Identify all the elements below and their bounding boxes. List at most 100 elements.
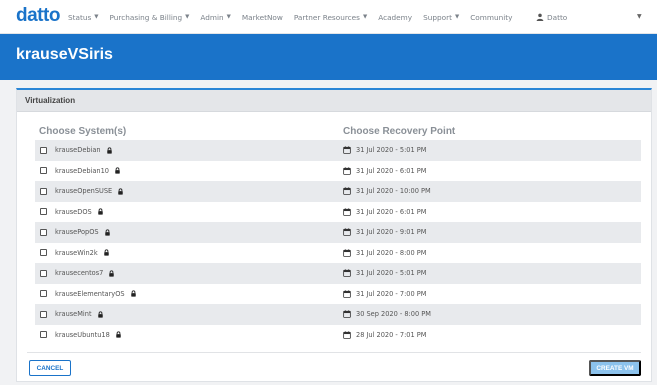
table-row: krausecentos7 31 Jul 2020 - 5:01 PM xyxy=(35,263,641,284)
recovery-point-selector[interactable]: 31 Jul 2020 - 6:01 PM xyxy=(356,208,426,216)
system-name: krauseUbuntu18 xyxy=(55,330,110,339)
system-name: krauseDebian10 xyxy=(55,166,110,175)
datto-logo[interactable]: datto xyxy=(16,5,60,27)
nav-item-label: Admin xyxy=(200,12,224,22)
chevron-down-icon: ▼ xyxy=(94,14,99,20)
nav-item-label: Partner Resources xyxy=(293,12,360,22)
top-navbar: datto Status ▼ Purchasing & Billing ▼ Admi… xyxy=(0,0,657,34)
cancel-button[interactable]: CANCEL xyxy=(29,360,71,376)
system-name: krauseMint xyxy=(55,310,92,319)
user-name: Datto xyxy=(547,12,568,22)
chevron-down-icon: ▼ xyxy=(362,14,368,20)
recovery-point-selector[interactable]: 31 Jul 2020 - 8:00 PM xyxy=(356,249,426,257)
recovery-point-selector[interactable]: 31 Jul 2020 - 9:01 PM xyxy=(356,228,426,236)
virtualization-panel: Virtualization Choose System(s) Choose R… xyxy=(16,88,652,382)
chevron-down-icon: ▼ xyxy=(226,14,231,20)
panel-title: Virtualization xyxy=(25,96,76,105)
calendar-icon xyxy=(343,167,351,175)
user-chevron-down-icon[interactable]: ▼ xyxy=(637,13,642,20)
nav-item-label: Community xyxy=(470,12,513,22)
column-header-recovery-point: Choose Recovery Point xyxy=(343,126,456,137)
lock-icon xyxy=(97,208,103,215)
recovery-point-selector[interactable]: 28 Jul 2020 - 7:01 PM xyxy=(356,331,426,339)
table-row: krauseUbuntu18 28 Jul 2020 - 7:01 PM xyxy=(35,325,641,346)
system-checkbox[interactable] xyxy=(40,146,47,154)
table-row: krauseElementaryOS 31 Jul 2020 - 7:00 PM xyxy=(35,284,641,305)
calendar-icon xyxy=(343,187,351,196)
panel-header: Virtualization xyxy=(17,90,651,112)
calendar-icon xyxy=(343,269,351,278)
system-name: krausecentos7 xyxy=(55,269,104,278)
lock-icon xyxy=(130,290,136,297)
table-row: krauseWin2k 31 Jul 2020 - 8:00 PM xyxy=(35,243,641,264)
system-checkbox[interactable] xyxy=(40,269,47,277)
system-name: krauseDebian xyxy=(55,146,101,155)
lock-icon xyxy=(97,311,103,318)
nav-item-marketnow[interactable]: MarketNow xyxy=(242,13,283,22)
nav-item-purchasing-billing[interactable]: Purchasing & Billing ▼ xyxy=(110,13,190,22)
footer-divider xyxy=(27,352,641,353)
nav-item-status[interactable]: Status ▼ xyxy=(68,13,99,22)
calendar-icon xyxy=(343,208,351,216)
calendar-icon xyxy=(343,146,351,155)
recovery-point-selector[interactable]: 31 Jul 2020 - 5:01 PM xyxy=(356,146,426,154)
recovery-point-selector[interactable]: 31 Jul 2020 - 5:01 PM xyxy=(356,269,426,277)
system-name-wrap: krausePopOS xyxy=(55,228,111,236)
nav-item-community[interactable]: Community xyxy=(470,13,512,22)
system-checkbox[interactable] xyxy=(40,228,47,236)
system-checkbox[interactable] xyxy=(40,310,47,318)
column-header-system: Choose System(s) xyxy=(39,126,127,137)
system-name: krauseOpenSUSE xyxy=(55,187,113,196)
systems-list: krauseDebian 31 Jul 2020 - 5:01 PM kraus… xyxy=(35,140,641,345)
nav-item-label: MarketNow xyxy=(241,12,283,22)
lock-icon xyxy=(116,331,121,338)
system-name-wrap: krauseDOS xyxy=(55,208,104,216)
recovery-point-selector[interactable]: 31 Jul 2020 - 10:00 PM xyxy=(356,187,431,195)
nav-item-partner-resources[interactable]: Partner Resources ▼ xyxy=(294,13,367,22)
table-row: krausePopOS 31 Jul 2020 - 9:01 PM xyxy=(35,222,641,243)
system-name-wrap: krauseMint xyxy=(55,310,104,318)
page-header: krauseVSiris xyxy=(0,34,657,80)
nav-item-label: Academy xyxy=(378,12,413,22)
system-name: krauseDOS xyxy=(55,207,92,216)
system-checkbox[interactable] xyxy=(40,167,47,175)
nav-item-admin[interactable]: Admin ▼ xyxy=(200,13,231,22)
system-checkbox[interactable] xyxy=(40,208,47,216)
system-name: krauseElementaryOS xyxy=(55,289,125,298)
system-checkbox[interactable] xyxy=(40,290,47,298)
system-name-wrap: krauseDebian10 xyxy=(55,167,121,175)
chevron-down-icon: ▼ xyxy=(454,14,460,20)
lock-icon xyxy=(103,249,109,256)
lock-icon xyxy=(104,229,110,236)
system-name-wrap: krauseOpenSUSE xyxy=(55,187,124,195)
calendar-icon xyxy=(343,290,351,298)
nav-item-academy[interactable]: Academy xyxy=(378,13,412,22)
nav-item-label: Status xyxy=(68,12,92,22)
nav-item-support[interactable]: Support ▼ xyxy=(423,13,459,22)
nav-item-label: Support xyxy=(423,12,452,22)
chevron-down-icon: ▼ xyxy=(185,14,190,20)
calendar-icon xyxy=(343,310,351,319)
system-name-wrap: krauseUbuntu18 xyxy=(55,331,122,339)
system-name-wrap: krausecentos7 xyxy=(55,269,115,277)
recovery-point-selector[interactable]: 31 Jul 2020 - 7:00 PM xyxy=(356,290,426,298)
user-menu[interactable]: Datto xyxy=(536,0,567,34)
lock-icon xyxy=(118,188,123,195)
page-title: krauseVSiris xyxy=(16,46,113,63)
system-checkbox[interactable] xyxy=(40,249,47,257)
system-name: krauseWin2k xyxy=(55,248,98,257)
calendar-icon xyxy=(343,228,351,237)
table-row: krauseOpenSUSE 31 Jul 2020 - 10:00 PM xyxy=(35,181,641,202)
table-row: krauseDebian10 31 Jul 2020 - 6:01 PM xyxy=(35,161,641,182)
table-row: krauseDOS 31 Jul 2020 - 6:01 PM xyxy=(35,202,641,223)
system-checkbox[interactable] xyxy=(40,187,47,195)
system-checkbox[interactable] xyxy=(40,331,47,339)
recovery-point-selector[interactable]: 30 Sep 2020 - 8:00 PM xyxy=(356,310,431,318)
lock-icon xyxy=(106,147,112,154)
create-vm-button[interactable]: CREATE VM xyxy=(589,360,641,376)
calendar-icon xyxy=(343,249,351,257)
recovery-point-selector[interactable]: 31 Jul 2020 - 6:01 PM xyxy=(356,167,426,175)
calendar-icon xyxy=(343,331,351,339)
system-name-wrap: krauseWin2k xyxy=(55,249,110,257)
system-name: krausePopOS xyxy=(55,228,99,237)
